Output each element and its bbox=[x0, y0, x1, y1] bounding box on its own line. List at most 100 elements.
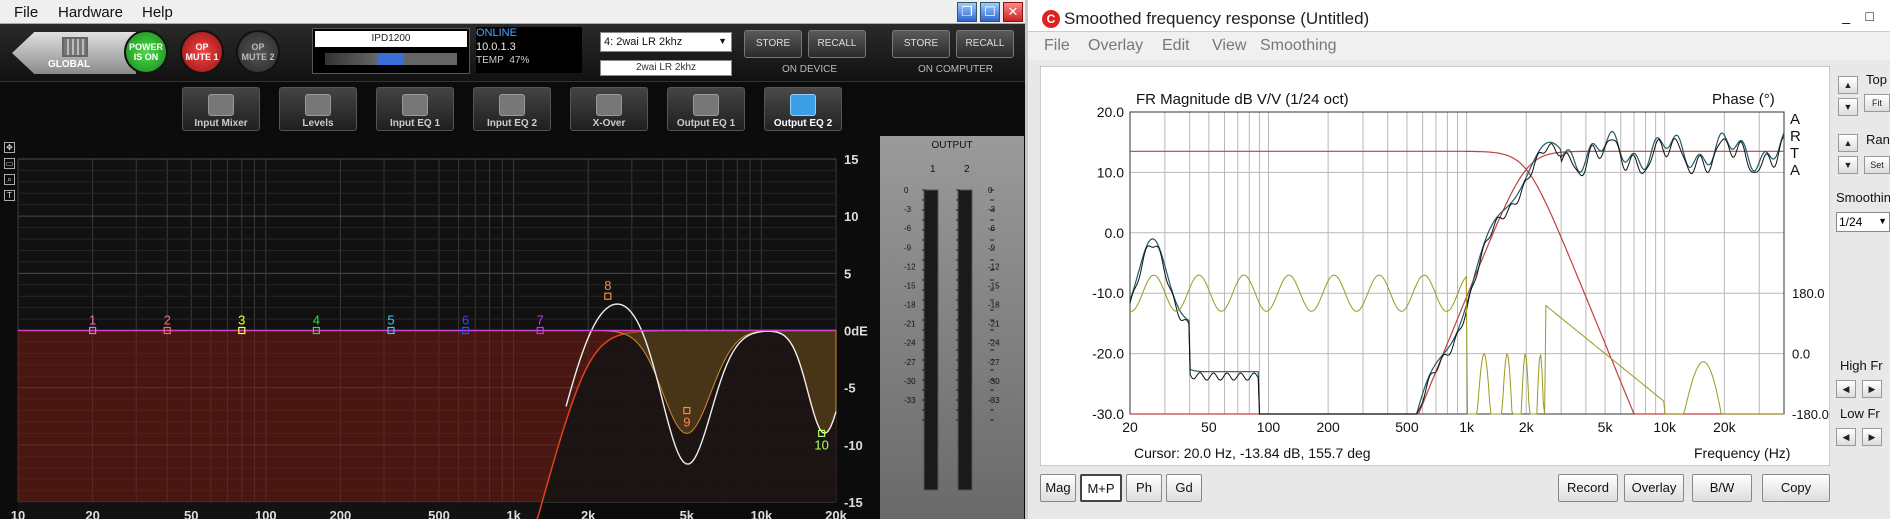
preset-name-field[interactable]: 2wai LR 2khz bbox=[600, 60, 732, 76]
mag-button[interactable]: Mag bbox=[1040, 474, 1076, 502]
ip-address: 10.0.1.3 bbox=[476, 41, 516, 53]
tab-input-eq-1[interactable]: Input EQ 1 bbox=[376, 87, 454, 131]
meter-bar bbox=[923, 189, 939, 491]
chevron-down-icon[interactable]: ▼ bbox=[718, 36, 727, 46]
eq-x-tick: 20 bbox=[85, 508, 99, 519]
ph-button[interactable]: Ph bbox=[1126, 474, 1162, 502]
temp-value: 47% bbox=[509, 55, 530, 66]
power-label: POWER IS ON bbox=[128, 42, 163, 62]
fr-x-tick: 10k bbox=[1653, 419, 1677, 435]
eq-band-label: 1 bbox=[89, 313, 96, 328]
eq-x-tick: 50 bbox=[184, 508, 198, 519]
eq-x-tick: 500 bbox=[428, 508, 450, 519]
chevron-down-icon[interactable]: ▼ bbox=[1878, 216, 1887, 226]
low-left-arrow-icon[interactable]: ◀ bbox=[1836, 428, 1856, 446]
store-device-button[interactable]: STORE bbox=[744, 30, 802, 58]
meter-tick: 0 bbox=[904, 186, 909, 195]
mp-button[interactable]: M+P bbox=[1080, 474, 1122, 502]
low-right-arrow-icon[interactable]: ▶ bbox=[1862, 428, 1882, 446]
op-mute-2-button[interactable]: OP MUTE 2 bbox=[236, 30, 280, 74]
recall-device-button[interactable]: RECALL bbox=[808, 30, 866, 58]
fr-x-tick: 200 bbox=[1316, 419, 1340, 435]
menu-edit[interactable]: Edit bbox=[1162, 37, 1190, 55]
eq-band-label: 4 bbox=[313, 313, 320, 328]
fit-button[interactable]: Fit bbox=[1864, 94, 1890, 112]
top-up-arrow-icon[interactable]: ▲ bbox=[1838, 76, 1858, 94]
range-up-arrow-icon[interactable]: ▲ bbox=[1838, 134, 1858, 152]
tab-bar: Input Mixer Levels Input EQ 1 Input EQ 2… bbox=[0, 82, 1025, 134]
meter-tick: -6 bbox=[904, 224, 912, 233]
top-down-arrow-icon[interactable]: ▼ bbox=[1838, 98, 1858, 116]
fr-y-tick: -10.0 bbox=[1092, 285, 1124, 301]
eq-x-tick: 10k bbox=[751, 508, 773, 519]
smoothing-label: Smoothing bbox=[1836, 190, 1890, 205]
menu-smoothing[interactable]: Smoothing bbox=[1260, 37, 1337, 55]
eq-band-label: 9 bbox=[683, 415, 690, 430]
tab-output-eq-1[interactable]: Output EQ 1 bbox=[667, 87, 745, 131]
crossover-icon bbox=[596, 94, 622, 116]
arta-menu-bar: File Overlay Edit View Smoothing bbox=[1028, 32, 1890, 60]
window-title: Smoothed frequency response (Untitled) bbox=[1064, 9, 1370, 28]
arta-letter: T bbox=[1790, 145, 1799, 162]
global-label: GLOBAL bbox=[48, 59, 91, 70]
gd-button[interactable]: Gd bbox=[1166, 474, 1202, 502]
eq-curve-icon bbox=[790, 94, 816, 116]
minimize-icon[interactable]: _ bbox=[1842, 8, 1850, 24]
output-channel-2-label: 2 bbox=[964, 164, 970, 175]
restore-icon[interactable]: ❐ bbox=[957, 2, 977, 22]
preset-select-value: 4: 2wai LR 2khz bbox=[604, 36, 683, 48]
device-display[interactable]: IPD1200 bbox=[312, 28, 470, 74]
maximize-icon[interactable]: □ bbox=[1866, 8, 1874, 24]
meter-tick: -15 bbox=[904, 281, 916, 290]
high-right-arrow-icon[interactable]: ▶ bbox=[1862, 380, 1882, 398]
high-fr-label: High Fr bbox=[1840, 358, 1883, 373]
tab-levels[interactable]: Levels bbox=[279, 87, 357, 131]
on-computer-label: ON COMPUTER bbox=[918, 64, 993, 75]
plot-frame bbox=[1040, 66, 1830, 466]
record-button[interactable]: Record bbox=[1558, 474, 1618, 502]
bw-button[interactable]: B/W bbox=[1692, 474, 1752, 502]
tab-input-eq-2[interactable]: Input EQ 2 bbox=[473, 87, 551, 131]
power-button[interactable]: POWER IS ON bbox=[124, 30, 168, 74]
output-channel-1-label: 1 bbox=[930, 164, 936, 175]
arta-title-bar: C Smoothed frequency response (Untitled)… bbox=[1028, 0, 1890, 32]
set-button[interactable]: Set bbox=[1864, 156, 1890, 174]
copy-button[interactable]: Copy bbox=[1762, 474, 1830, 502]
menu-file[interactable]: File bbox=[14, 4, 38, 21]
eq-y-tick: -5 bbox=[844, 381, 856, 396]
range-down-arrow-icon[interactable]: ▼ bbox=[1838, 156, 1858, 174]
tab-input-mixer[interactable]: Input Mixer bbox=[182, 87, 260, 131]
tab-x-over[interactable]: X-Over bbox=[570, 87, 648, 131]
menu-help[interactable]: Help bbox=[142, 4, 173, 21]
overlay-button[interactable]: Overlay bbox=[1624, 474, 1684, 502]
frequency-response-plot[interactable]: 20.0 10.0 0.0 -10.0 -20.0 -30.020 50 100 200 500 1… bbox=[1040, 66, 1830, 466]
smoothing-select[interactable]: 1/24 ▼ bbox=[1836, 212, 1890, 232]
tab-label: Input EQ 2 bbox=[487, 118, 537, 129]
tab-output-eq-2[interactable]: Output EQ 2 bbox=[764, 87, 842, 131]
store-computer-button[interactable]: STORE bbox=[892, 30, 950, 58]
eq-y-tick: 15 bbox=[844, 152, 858, 167]
maximize-icon[interactable]: ☐ bbox=[980, 2, 1000, 22]
tab-label: Output EQ 1 bbox=[676, 118, 736, 129]
fr-x-tick: 100 bbox=[1257, 419, 1281, 435]
menu-overlay[interactable]: Overlay bbox=[1088, 37, 1143, 55]
recall-computer-button[interactable]: RECALL bbox=[956, 30, 1014, 58]
preset-select[interactable]: 4: 2wai LR 2khz ▼ bbox=[600, 32, 732, 52]
meter-tick: -12 bbox=[904, 262, 916, 271]
menu-view[interactable]: View bbox=[1212, 37, 1246, 55]
global-button[interactable]: GLOBAL bbox=[12, 32, 136, 74]
eq-plot[interactable]: 10 20 50 100 200 500 1k 2k 5k 10k 20k 151050dE-5-1… bbox=[0, 134, 880, 519]
menu-hardware[interactable]: Hardware bbox=[58, 4, 123, 21]
meter-tick: -9 bbox=[988, 243, 996, 252]
high-left-arrow-icon[interactable]: ◀ bbox=[1836, 380, 1856, 398]
temp-label: TEMP bbox=[476, 55, 504, 66]
close-icon[interactable]: ✕ bbox=[1003, 2, 1023, 22]
op-mute-1-button[interactable]: OP MUTE 1 bbox=[180, 30, 224, 74]
on-device-label: ON DEVICE bbox=[782, 64, 838, 75]
plot-title: FR Magnitude dB V/V (1/24 oct) bbox=[1136, 91, 1349, 108]
eq-y-tick: 0dE bbox=[844, 324, 868, 339]
meter-tick: -30 bbox=[904, 377, 916, 386]
arta-letter: A bbox=[1790, 111, 1800, 128]
menu-file[interactable]: File bbox=[1044, 37, 1070, 55]
cursor-readout: Cursor: 20.0 Hz, -13.84 dB, 155.7 deg bbox=[1134, 445, 1371, 461]
